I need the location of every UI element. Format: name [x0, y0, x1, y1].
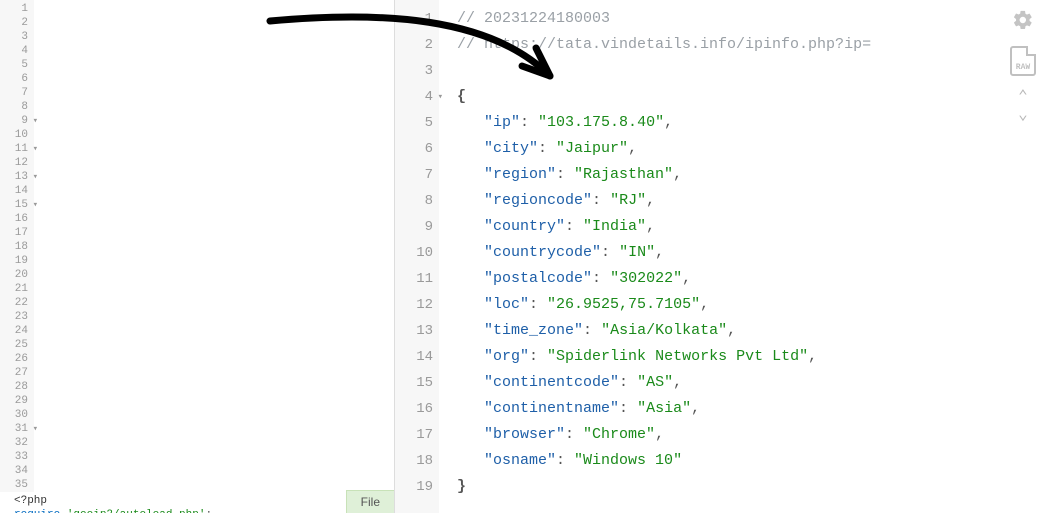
gear-icon[interactable]: [1011, 8, 1035, 32]
right-code[interactable]: // 20231224180003 // https://tata.vindet…: [439, 0, 1046, 513]
editor-split-view: 1234567891011121314151617181920212223242…: [0, 0, 1046, 513]
file-button[interactable]: File: [346, 490, 394, 513]
left-code-pane: 1234567891011121314151617181920212223242…: [0, 0, 395, 513]
right-gutter: 12345678910111213141516171819: [395, 0, 439, 513]
right-json-pane: 12345678910111213141516171819 // 2023122…: [395, 0, 1046, 513]
chevron-up-icon[interactable]: ⌃: [1011, 90, 1035, 104]
left-gutter: 1234567891011121314151617181920212223242…: [0, 0, 34, 492]
raw-icon[interactable]: RAW: [1010, 46, 1036, 76]
right-toolbar: RAW ⌃ ⌄: [1010, 8, 1036, 132]
chevron-down-icon[interactable]: ⌄: [1011, 108, 1035, 122]
left-code[interactable]: <?php require 'geoip2/autoload.php'; use…: [0, 492, 394, 513]
